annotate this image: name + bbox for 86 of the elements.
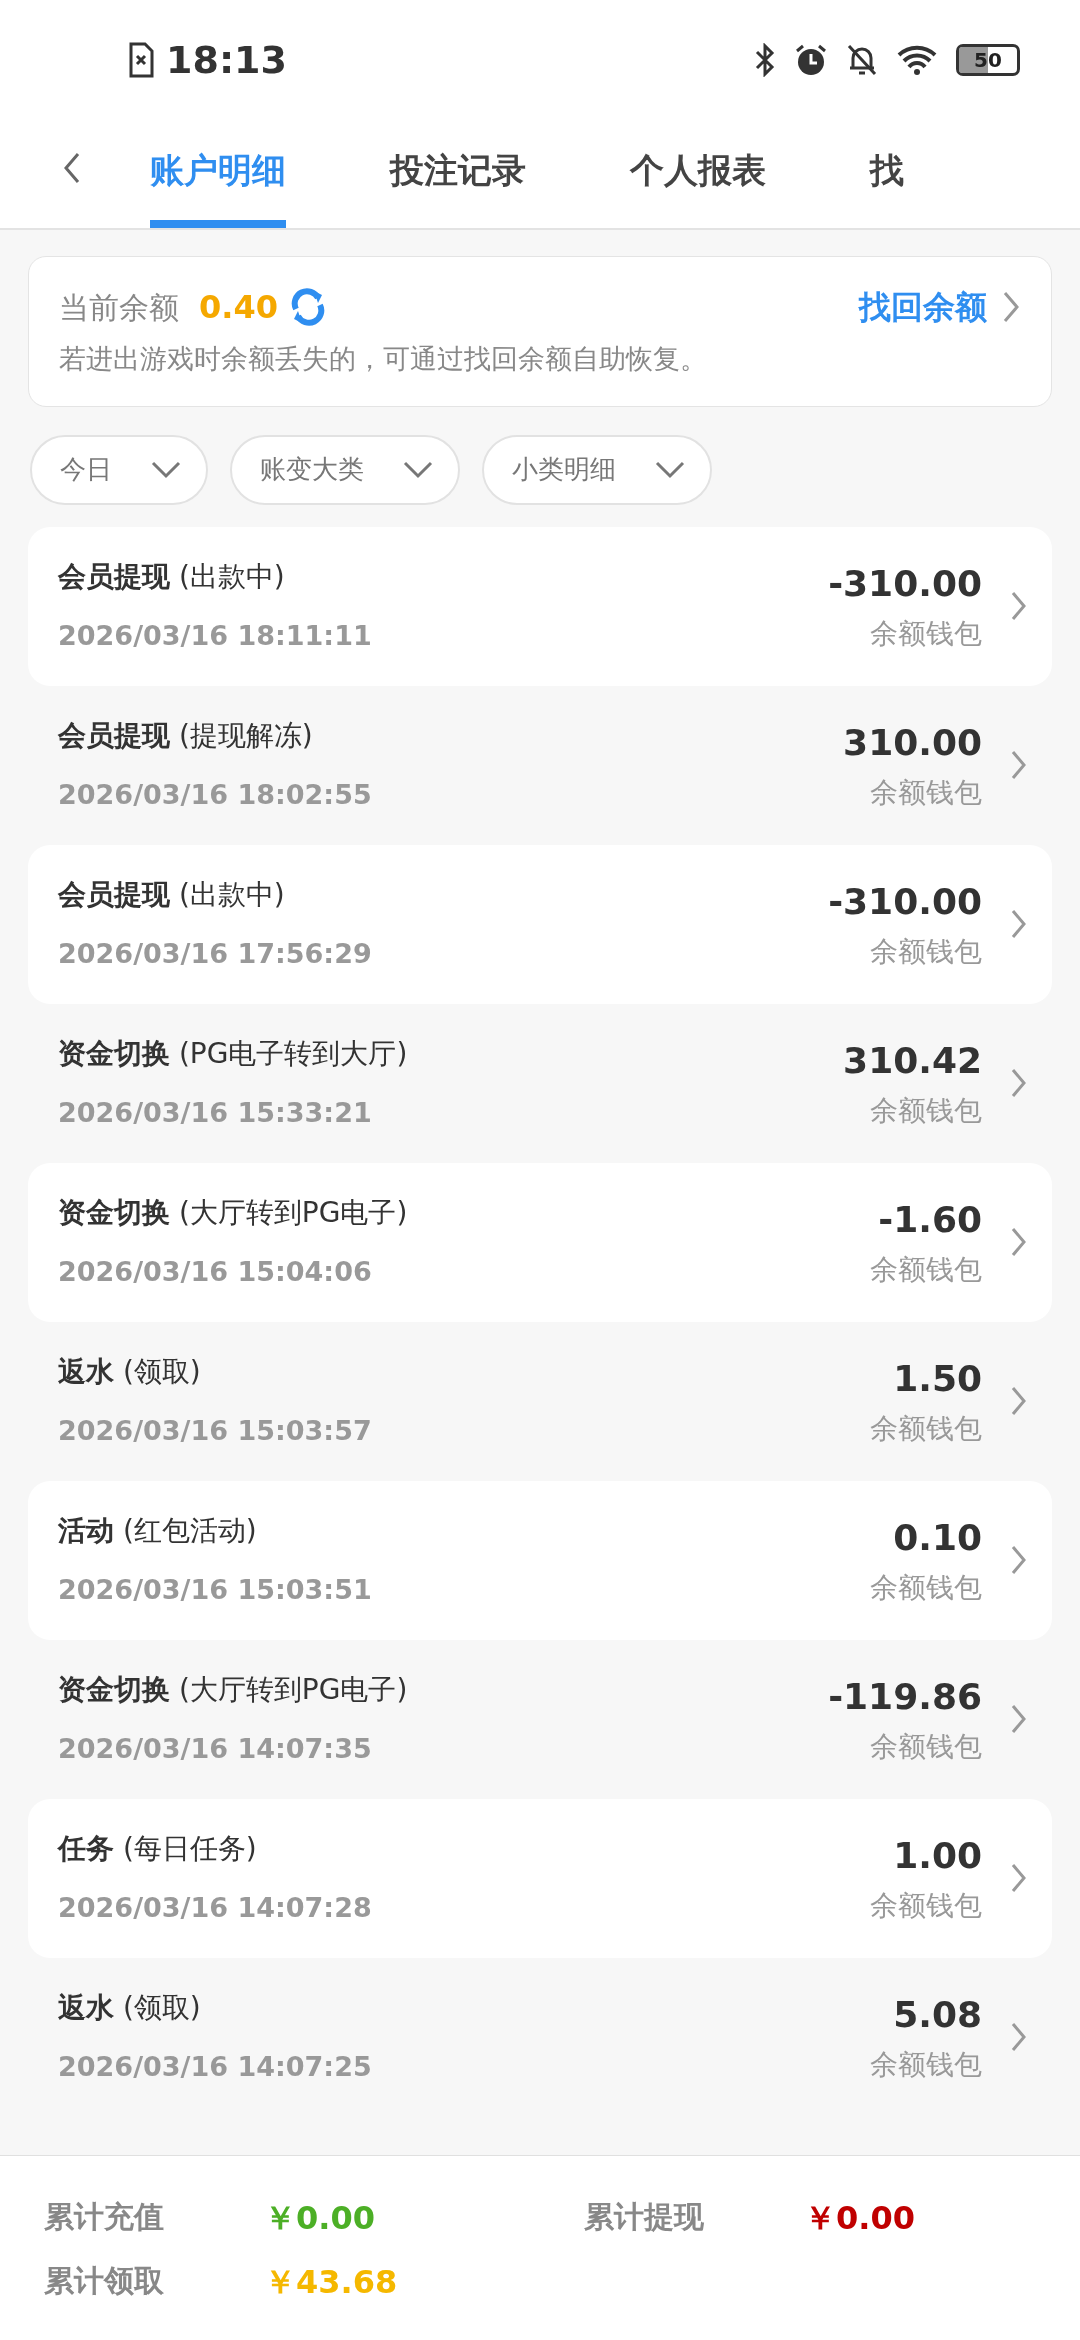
- total-label: 累计领取: [44, 2262, 165, 2300]
- sim-card-icon: [128, 42, 154, 78]
- bluetooth-icon: [754, 43, 776, 77]
- transaction-title: 返水 (领取): [58, 1353, 202, 1390]
- wallet-label: 余额钱包: [870, 1570, 982, 1606]
- transaction-amount: -119.86: [828, 1675, 982, 1719]
- transaction-time: 2026/03/16 17:56:29: [58, 936, 373, 971]
- transaction-amount: 0.10: [893, 1516, 982, 1560]
- status-time: 18:13: [166, 36, 287, 84]
- transaction-row[interactable]: 会员提现 (出款中) 2026/03/16 17:56:29 -310.00 余额钱包: [28, 844, 1052, 1004]
- transaction-amount: -310.00: [828, 562, 982, 606]
- transaction-title: 活动 (红包活动): [58, 1512, 258, 1549]
- tab[interactable]: 投注记录: [390, 145, 526, 228]
- transaction-amount: 310.42: [843, 1039, 982, 1083]
- total-label: 累计提现: [584, 2198, 705, 2236]
- transaction-time: 2026/03/16 15:03:51: [58, 1572, 373, 1607]
- wallet-label: 余额钱包: [870, 2047, 982, 2083]
- battery-level: 50: [974, 47, 1002, 74]
- chevron-right-icon: [1010, 1703, 1028, 1735]
- transaction-row[interactable]: 资金切换 (PG电子转到大厅) 2026/03/16 15:33:21 310.42 余额钱包: [28, 1003, 1052, 1163]
- transaction-title: 会员提现 (提现解冻): [58, 717, 314, 754]
- transaction-row[interactable]: 返水 (领取) 2026/03/16 14:07:25 5.08 余额钱包: [28, 1957, 1052, 2117]
- alarm-icon: [794, 43, 828, 77]
- chevron-right-icon: [1010, 590, 1028, 622]
- transaction-amount: 5.08: [893, 1993, 982, 2037]
- tab[interactable]: 找: [870, 145, 904, 228]
- wallet-label: 余额钱包: [870, 1888, 982, 1924]
- balance-amount: 0.40: [199, 287, 278, 328]
- transaction-row[interactable]: 活动 (红包活动) 2026/03/16 15:03:51 0.10 余额钱包: [28, 1480, 1052, 1640]
- transaction-row[interactable]: 资金切换 (大厅转到PG电子) 2026/03/16 15:04:06 -1.60 余额钱包: [28, 1162, 1052, 1322]
- total-label: 累计充值: [44, 2198, 165, 2236]
- bell-off-icon: [846, 43, 878, 77]
- wallet-label: 余额钱包: [870, 775, 982, 811]
- wallet-label: 余额钱包: [870, 1252, 982, 1288]
- chevron-down-icon: [654, 459, 686, 480]
- transaction-title: 任务 (每日任务): [58, 1830, 258, 1867]
- transaction-time: 2026/03/16 15:33:21: [58, 1095, 373, 1130]
- filter-dropdown[interactable]: 小类明细: [482, 434, 712, 505]
- wallet-label: 余额钱包: [870, 1093, 982, 1129]
- tab[interactable]: 个人报表: [630, 145, 766, 228]
- chevron-down-icon: [150, 459, 182, 480]
- transaction-amount: 1.50: [893, 1357, 982, 1401]
- chevron-right-icon[interactable]: [1001, 290, 1021, 324]
- total-value: ￥0.00: [264, 2198, 376, 2239]
- transaction-title: 资金切换 (大厅转到PG电子): [58, 1194, 409, 1231]
- transaction-time: 2026/03/16 14:07:35: [58, 1731, 373, 1766]
- transaction-time: 2026/03/16 18:02:55: [58, 777, 373, 812]
- chevron-right-icon: [1010, 908, 1028, 940]
- balance-note: 若进出游戏时余额丢失的，可通过找回余额自助恢复。: [59, 342, 708, 376]
- transaction-row[interactable]: 会员提现 (出款中) 2026/03/16 18:11:11 -310.00 余额钱包: [28, 526, 1052, 686]
- transaction-time: 2026/03/16 14:07:28: [58, 1890, 373, 1925]
- chevron-right-icon: [1010, 2021, 1028, 2053]
- wallet-label: 余额钱包: [870, 616, 982, 652]
- transaction-time: 2026/03/16 14:07:25: [58, 2049, 373, 2084]
- wallet-label: 余额钱包: [870, 1411, 982, 1447]
- transaction-title: 资金切换 (大厅转到PG电子): [58, 1671, 409, 1708]
- transaction-amount: -1.60: [878, 1198, 982, 1242]
- transaction-amount: -310.00: [828, 880, 982, 924]
- filter-dropdown[interactable]: 账变大类: [230, 434, 460, 505]
- transaction-row[interactable]: 返水 (领取) 2026/03/16 15:03:57 1.50 余额钱包: [28, 1321, 1052, 1481]
- transaction-row[interactable]: 资金切换 (大厅转到PG电子) 2026/03/16 14:07:35 -119.86 余额钱包: [28, 1639, 1052, 1799]
- transaction-time: 2026/03/16 15:03:57: [58, 1413, 373, 1448]
- chevron-right-icon: [1010, 1226, 1028, 1258]
- transaction-title: 会员提现 (出款中): [58, 876, 286, 913]
- chevron-down-icon: [402, 459, 434, 480]
- wallet-label: 余额钱包: [870, 1729, 982, 1765]
- transaction-title: 会员提现 (出款中): [58, 558, 286, 595]
- chevron-right-icon: [1010, 749, 1028, 781]
- filter-dropdown[interactable]: 今日: [30, 434, 208, 505]
- transaction-title: 资金切换 (PG电子转到大厅): [58, 1035, 409, 1072]
- transaction-amount: 310.00: [843, 721, 982, 765]
- transaction-title: 返水 (领取): [58, 1989, 202, 2026]
- wallet-label: 余额钱包: [870, 934, 982, 970]
- transaction-row[interactable]: 任务 (每日任务) 2026/03/16 14:07:28 1.00 余额钱包: [28, 1798, 1052, 1958]
- transaction-time: 2026/03/16 18:11:11: [58, 618, 373, 653]
- total-value: ￥0.00: [804, 2198, 916, 2239]
- wifi-icon: [896, 43, 938, 77]
- chevron-right-icon: [1010, 1544, 1028, 1576]
- chevron-right-icon: [1010, 1385, 1028, 1417]
- chevron-right-icon: [1010, 1862, 1028, 1894]
- transaction-row[interactable]: 会员提现 (提现解冻) 2026/03/16 18:02:55 310.00 余额钱包: [28, 685, 1052, 845]
- chevron-right-icon: [1010, 1067, 1028, 1099]
- total-value: ￥43.68: [264, 2262, 399, 2303]
- transaction-time: 2026/03/16 15:04:06: [58, 1254, 373, 1289]
- balance-label: 当前余额: [59, 288, 179, 327]
- transaction-amount: 1.00: [893, 1834, 982, 1878]
